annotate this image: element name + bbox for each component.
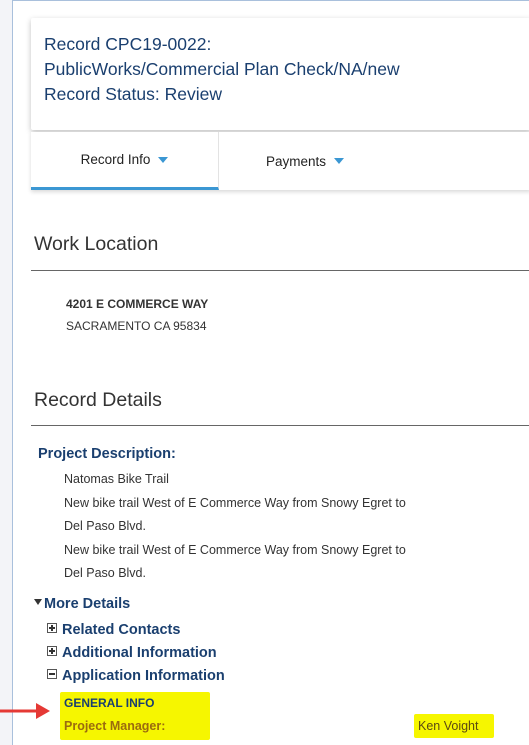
record-details-title: Record Details (34, 389, 162, 411)
project-description-line: Del Paso Blvd. (64, 566, 146, 580)
related-contacts-toggle[interactable]: Related Contacts (47, 622, 180, 638)
address-line-1: 4201 E COMMERCE WAY (66, 297, 209, 311)
project-manager-value: Ken Voight (418, 719, 479, 733)
related-contacts-label: Related Contacts (62, 622, 181, 638)
application-information-label: Application Information (62, 668, 225, 684)
address-line-2: SACRAMENTO CA 95834 (66, 319, 207, 333)
collapse-triangle-icon (34, 599, 42, 606)
expand-plus-icon (47, 623, 57, 634)
collapse-minus-icon (47, 669, 57, 680)
tab-payments[interactable]: Payments (220, 132, 390, 190)
section-divider (31, 270, 529, 271)
more-details-label: More Details (44, 596, 131, 612)
project-description-label: Project Description: (38, 446, 176, 462)
dropdown-caret-icon (158, 156, 169, 163)
project-description-line: New bike trail West of E Commerce Way fr… (64, 496, 406, 510)
tab-payments-label: Payments (265, 153, 327, 169)
expand-plus-icon (47, 646, 57, 657)
work-location-title: Work Location (34, 233, 159, 255)
application-information-toggle[interactable]: Application Information (47, 668, 225, 684)
record-header: Record CPC19-0022: PublicWorks/Commercia… (31, 18, 529, 130)
project-manager-label: Project Manager: (64, 719, 166, 733)
annotation-arrow-icon (0, 703, 50, 719)
tab-record-info[interactable]: Record Info (31, 132, 219, 190)
additional-information-toggle[interactable]: Additional Information (47, 645, 217, 661)
additional-information-label: Additional Information (62, 645, 217, 661)
record-status: Record Status: Review (44, 84, 222, 104)
section-divider (31, 425, 529, 426)
dropdown-caret-icon (334, 158, 345, 164)
general-info-heading: GENERAL INFO (64, 696, 155, 710)
record-tabs: Record Info Payments (31, 132, 529, 190)
project-name: Natomas Bike Trail (64, 472, 169, 486)
project-description-line: New bike trail West of E Commerce Way fr… (64, 543, 406, 557)
record-type: PublicWorks/Commercial Plan Check/NA/new (44, 59, 400, 79)
tab-record-info-label: Record Info (80, 152, 151, 167)
record-number: Record CPC19-0022: (44, 34, 212, 54)
project-description-line: Del Paso Blvd. (64, 519, 146, 533)
more-details-toggle[interactable]: More Details (34, 596, 130, 612)
